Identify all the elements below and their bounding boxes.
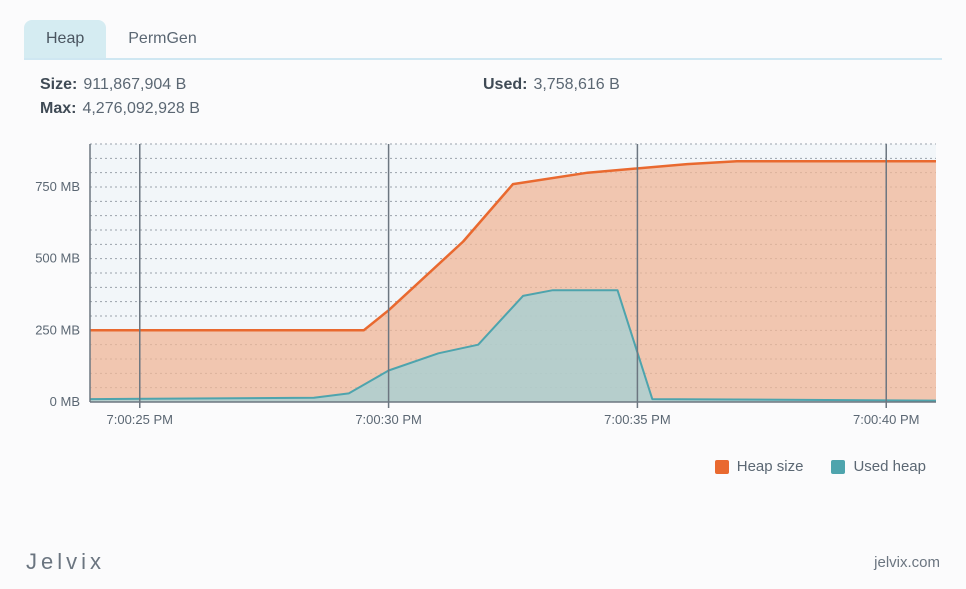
x-tick-label: 7:00:30 PM: [355, 412, 422, 427]
legend-heap-label: Heap size: [737, 458, 804, 475]
y-tick-label: 500 MB: [35, 251, 80, 266]
stat-size: Size: 911,867,904 B: [40, 76, 483, 94]
stat-size-label: Size:: [40, 76, 77, 94]
heap-chart: 7:00:25 PM 7:00:30 PM 7:00:35 PM 7:00:40 PM…: [24, 138, 942, 438]
stat-size-value: 911,867,904 B: [83, 76, 186, 94]
legend-used-label: Used heap: [853, 458, 926, 475]
tab-permgen[interactable]: PermGen: [106, 20, 218, 58]
y-tick-label: 0 MB: [50, 394, 80, 409]
legend-used-heap: Used heap: [831, 458, 926, 475]
swatch-used-icon: [831, 460, 845, 474]
swatch-heap-icon: [715, 460, 729, 474]
stat-used: Used: 3,758,616 B: [483, 76, 926, 94]
tabs: Heap PermGen: [24, 20, 942, 60]
tabs-container: Heap PermGen: [0, 0, 966, 60]
stat-max: Max: 4,276,092,928 B: [40, 100, 483, 118]
footer: Jelvix jelvix.com: [0, 549, 966, 575]
stat-max-value: 4,276,092,928 B: [82, 100, 199, 118]
x-tick-label: 7:00:40 PM: [853, 412, 920, 427]
legend: Heap size Used heap: [0, 438, 966, 475]
y-tick-label: 750 MB: [35, 179, 80, 194]
y-tick-label: 250 MB: [35, 322, 80, 337]
brand-site: jelvix.com: [874, 554, 940, 571]
chart-area: 7:00:25 PM 7:00:30 PM 7:00:35 PM 7:00:40 PM…: [0, 126, 966, 438]
stat-used-value: 3,758,616 B: [533, 76, 619, 94]
stats-block: Size: 911,867,904 B Used: 3,758,616 B Ma…: [0, 60, 966, 126]
stat-used-label: Used:: [483, 76, 527, 94]
tab-heap[interactable]: Heap: [24, 20, 106, 58]
app-frame: Heap PermGen Size: 911,867,904 B Used: 3…: [0, 0, 966, 589]
x-tick-label: 7:00:35 PM: [604, 412, 671, 427]
legend-heap-size: Heap size: [715, 458, 804, 475]
x-tick-label: 7:00:25 PM: [107, 412, 174, 427]
brand-logo: Jelvix: [26, 549, 105, 575]
stat-max-label: Max:: [40, 100, 76, 118]
